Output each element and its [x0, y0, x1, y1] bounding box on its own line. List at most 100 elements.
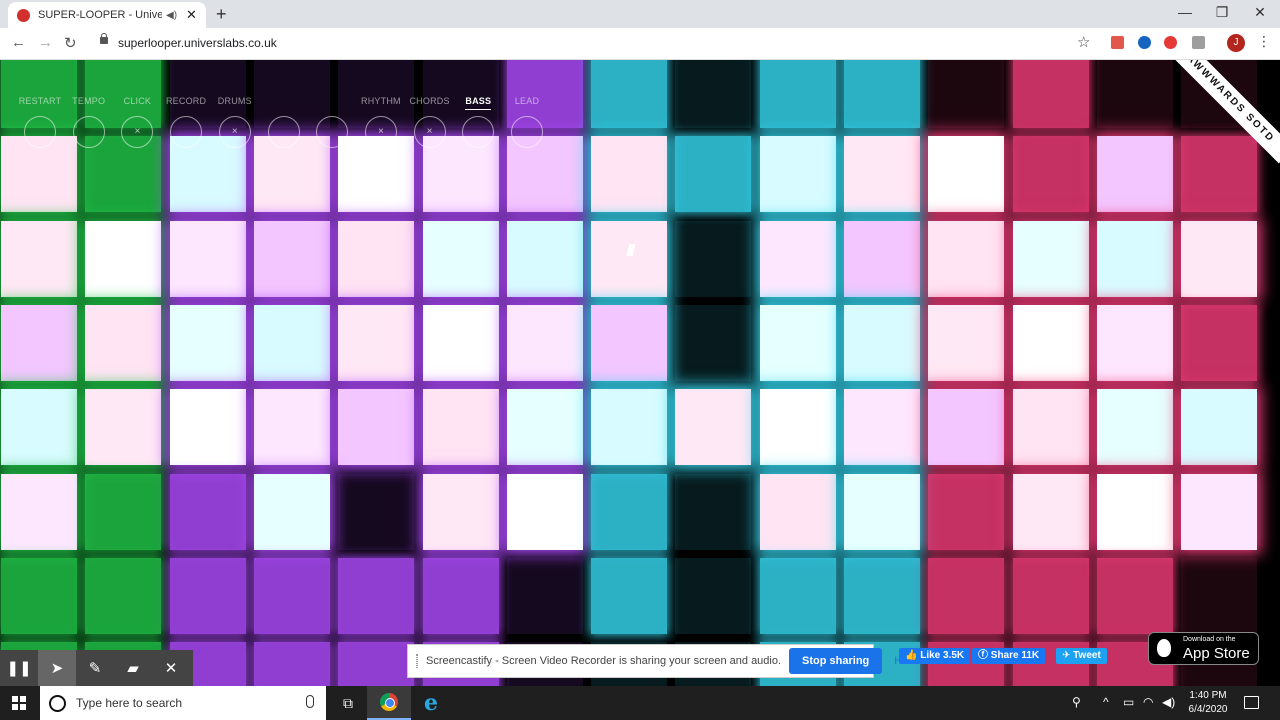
taskbar-search-box[interactable]: Type here to search — [40, 686, 326, 720]
pad-cell[interactable] — [844, 473, 920, 550]
extension-blue-icon[interactable] — [1138, 36, 1151, 49]
pad-cell[interactable] — [675, 60, 752, 128]
pad-cell[interactable] — [253, 389, 330, 466]
pad-cell[interactable] — [1096, 473, 1173, 550]
pad-cell[interactable] — [422, 220, 499, 297]
battery-icon[interactable]: ▭ — [1123, 695, 1134, 709]
people-icon[interactable]: ⚲ — [1072, 695, 1081, 709]
pad-cell[interactable] — [928, 60, 1005, 128]
pad-cell[interactable] — [1012, 473, 1089, 550]
pad-cell[interactable] — [1096, 389, 1173, 466]
pad-cell[interactable] — [591, 220, 668, 297]
facebook-like-button[interactable]: 👍 Like 3.5K — [899, 648, 971, 664]
pad-cell[interactable] — [422, 389, 499, 466]
chrome-taskbar-button[interactable] — [367, 686, 411, 720]
pad-cell[interactable] — [338, 304, 415, 381]
drag-handle-icon[interactable] — [416, 654, 418, 668]
volume-icon[interactable]: ◀) — [1162, 695, 1175, 709]
pad-cell[interactable] — [1012, 304, 1089, 381]
control-knob[interactable] — [72, 116, 105, 148]
minimize-button[interactable]: — — [1175, 4, 1195, 20]
tab-close-icon[interactable]: ✕ — [186, 7, 197, 23]
pad-cell[interactable] — [591, 389, 668, 466]
pad-cell[interactable] — [591, 473, 668, 550]
pad-cell[interactable] — [338, 642, 415, 686]
pause-icon[interactable]: ❚❚ — [0, 650, 38, 686]
pad-cell[interactable] — [1012, 389, 1089, 466]
pad-cell[interactable] — [253, 557, 330, 634]
wifi-icon[interactable]: ◠ — [1143, 695, 1153, 709]
forward-arrow-icon[interactable]: → — [38, 34, 53, 51]
pad-cell[interactable] — [169, 389, 246, 466]
pad-cell[interactable] — [253, 473, 330, 550]
task-view-icon[interactable]: ⧉ — [326, 686, 370, 720]
pad-cell[interactable] — [1096, 557, 1173, 634]
pad-cell[interactable] — [844, 304, 920, 381]
pad-cell[interactable] — [1012, 220, 1089, 297]
pad-cell[interactable] — [928, 473, 1005, 550]
back-arrow-icon[interactable]: ← — [11, 34, 26, 51]
pad-cell[interactable] — [506, 473, 583, 550]
microphone-icon[interactable] — [306, 695, 314, 708]
pad-cell[interactable] — [1096, 304, 1173, 381]
system-clock[interactable]: 1:40 PM 6/4/2020 — [1188, 689, 1228, 717]
pad-cell[interactable] — [759, 136, 836, 213]
pad-cell[interactable] — [1, 304, 77, 381]
edge-taskbar-button[interactable]: e — [409, 686, 453, 720]
pad-cell[interactable] — [844, 60, 920, 128]
pad-cell[interactable] — [85, 473, 162, 550]
pad-cell[interactable] — [169, 473, 246, 550]
tweet-button[interactable]: ✈ Tweet — [1056, 648, 1107, 664]
pad-cell[interactable] — [759, 304, 836, 381]
address-bar[interactable]: superlooper.universlabs.co.uk — [118, 36, 277, 50]
control-knob[interactable] — [511, 116, 543, 148]
control-knob[interactable]: × — [364, 116, 397, 148]
control-knob[interactable]: × — [121, 116, 154, 148]
maximize-button[interactable]: ❐ — [1212, 4, 1232, 21]
pad-cell[interactable] — [844, 557, 920, 634]
control-knob[interactable]: × — [413, 116, 446, 148]
pad-cell[interactable] — [844, 220, 920, 297]
new-tab-button[interactable]: + — [216, 4, 227, 25]
facebook-share-button[interactable]: ⓕ Share 11K — [972, 648, 1046, 664]
pad-cell[interactable] — [1012, 557, 1089, 634]
pad-cell[interactable] — [844, 136, 920, 213]
pad-cell[interactable] — [928, 220, 1005, 297]
pad-cell[interactable] — [506, 304, 583, 381]
pad-cell[interactable] — [1, 473, 77, 550]
pad-cell[interactable] — [338, 220, 415, 297]
pad-cell[interactable] — [675, 389, 752, 466]
eraser-icon[interactable]: ▰ — [114, 650, 152, 686]
pad-cell[interactable] — [338, 557, 415, 634]
chevron-up-icon[interactable]: ^ — [1103, 695, 1109, 709]
pad-cell[interactable] — [1012, 60, 1089, 128]
pad-cell[interactable] — [675, 473, 752, 550]
pad-cell[interactable] — [1181, 220, 1258, 297]
pad-cell[interactable] — [169, 220, 246, 297]
pad-cell[interactable] — [675, 220, 752, 297]
pad-cell[interactable] — [85, 220, 162, 297]
pad-cell[interactable] — [169, 557, 246, 634]
notifications-icon[interactable] — [1244, 696, 1259, 709]
pad-cell[interactable] — [338, 473, 415, 550]
pad-cell[interactable] — [591, 557, 668, 634]
control-knob[interactable] — [316, 116, 349, 148]
pad-cell[interactable] — [1181, 557, 1258, 634]
pad-cell[interactable] — [844, 389, 920, 466]
pad-cell[interactable] — [422, 473, 499, 550]
pen-icon[interactable]: ✎ — [76, 650, 114, 686]
pad-cell[interactable] — [506, 557, 583, 634]
pad-cell[interactable] — [759, 557, 836, 634]
control-knob[interactable] — [170, 116, 203, 148]
pad-cell[interactable] — [253, 220, 330, 297]
pad-cell[interactable] — [759, 389, 836, 466]
pad-cell[interactable] — [422, 304, 499, 381]
close-icon[interactable]: ✕ — [152, 650, 190, 686]
bookmark-star-icon[interactable]: ☆ — [1077, 33, 1090, 51]
pad-cell[interactable] — [506, 389, 583, 466]
browser-tab[interactable]: SUPER-LOOPER - Univers Lab ◀) ✕ — [8, 2, 206, 28]
control-knob[interactable] — [267, 116, 300, 148]
pointer-icon[interactable]: ➤ — [38, 650, 76, 686]
pad-cell[interactable] — [1096, 136, 1173, 213]
pad-cell[interactable] — [928, 136, 1005, 213]
